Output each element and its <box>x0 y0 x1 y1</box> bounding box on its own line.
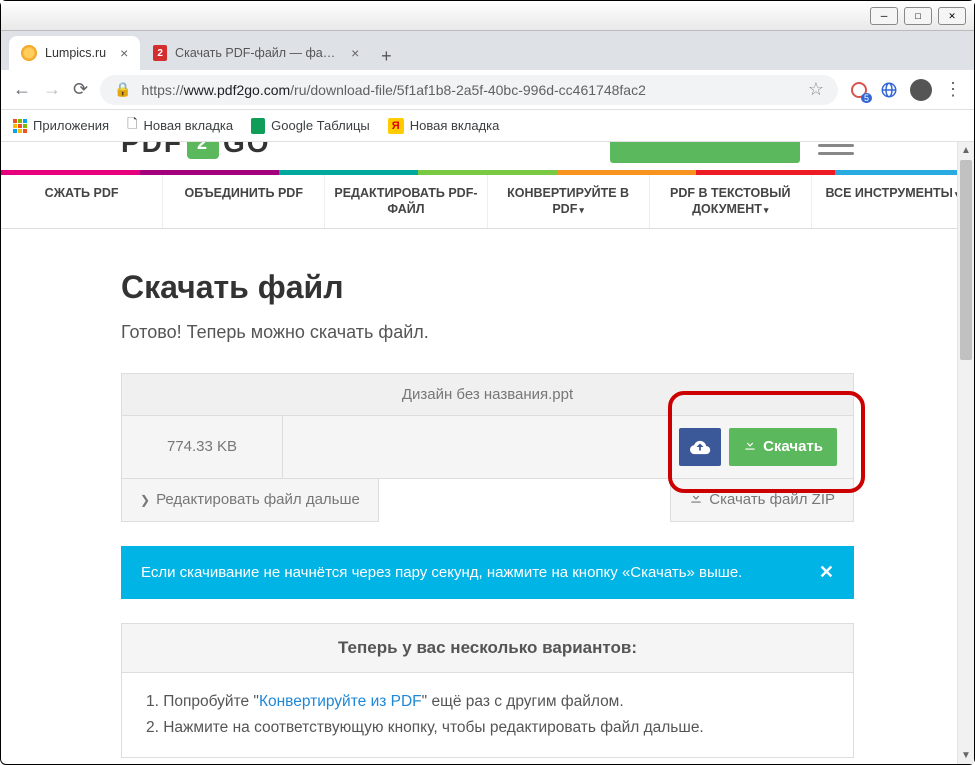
bookmark-newtab-1[interactable]: 🗋 Новая вкладка <box>127 115 233 137</box>
page-title: Скачать файл <box>121 269 854 306</box>
menu-icon[interactable]: ⋮ <box>944 79 962 100</box>
menu-pdf-to-text[interactable]: PDF В ТЕКСТОВЫЙ ДОКУМЕНТ▾ <box>650 175 812 228</box>
bookmark-google-sheets[interactable]: Google Таблицы <box>251 118 370 134</box>
menu-all-tools[interactable]: ВСЕ ИНСТРУМЕНТЫ▾ <box>812 175 974 228</box>
file-name-cell: Дизайн без названия.ppt <box>122 373 854 415</box>
header-action-button[interactable] <box>610 142 800 163</box>
scrollbar-thumb[interactable] <box>960 160 972 360</box>
apps-button[interactable]: Приложения <box>13 118 109 133</box>
page-content: ▲ ▼ PDF 2 GO СЖАТЬ PDF ОБЪЕДИНИТЬ PDF РЕ… <box>1 142 974 764</box>
tools-menubar: СЖАТЬ PDF ОБЪЕДИНИТЬ PDF РЕДАКТИРОВАТЬ P… <box>1 175 974 229</box>
window-close[interactable]: ✕ <box>938 7 966 25</box>
tab-lumpics[interactable]: Lumpics.ru × <box>9 36 140 70</box>
convert-from-pdf-link[interactable]: Конвертируйте из PDF <box>259 693 422 710</box>
option-1: 1. Попробуйте "Конвертируйте из PDF" ещё… <box>146 689 829 715</box>
page-lead: Готово! Теперь можно скачать файл. <box>121 322 854 343</box>
cloud-upload-button[interactable] <box>679 428 721 466</box>
brand-row: PDF 2 GO <box>1 142 974 170</box>
forward-button[interactable]: → <box>43 79 61 100</box>
chevron-down-icon: ▾ <box>579 205 584 215</box>
chevron-right-icon: ❯ <box>140 493 150 507</box>
secondary-button-row: ❯ Редактировать файл дальше Скачать файл… <box>121 479 854 522</box>
window-minimize[interactable]: — <box>870 7 898 25</box>
download-button[interactable]: Скачать <box>729 428 837 466</box>
edit-more-button[interactable]: ❯ Редактировать файл дальше <box>121 479 379 522</box>
download-actions-cell: Скачать <box>283 415 854 478</box>
reload-button[interactable]: ⟳ <box>73 79 88 100</box>
close-info-icon[interactable]: ✕ <box>819 562 834 583</box>
chevron-down-icon: ▾ <box>764 205 769 215</box>
address-bar[interactable]: 🔒 https://www.pdf2go.com/ru/download-fil… <box>100 75 838 105</box>
profile-avatar[interactable] <box>910 79 932 101</box>
cloud-icon <box>689 439 711 455</box>
menu-merge-pdf[interactable]: ОБЪЕДИНИТЬ PDF <box>163 175 325 228</box>
tab-strip: Lumpics.ru × 2 Скачать PDF-файл — файл г… <box>1 31 974 70</box>
tab-label: Lumpics.ru <box>45 46 106 60</box>
back-button[interactable]: ← <box>13 79 31 100</box>
menu-convert-to-pdf[interactable]: КОНВЕРТИРУЙТЕ В PDF▾ <box>488 175 650 228</box>
favicon-pdf2go: 2 <box>153 45 167 61</box>
logo-badge: 2 <box>187 142 219 159</box>
browser-toolbar: ← → ⟳ 🔒 https://www.pdf2go.com/ru/downlo… <box>1 70 974 110</box>
bookmark-newtab-2[interactable]: Я Новая вкладка <box>388 118 500 134</box>
hamburger-menu-icon[interactable] <box>818 142 854 161</box>
file-size-cell: 774.33 KB <box>122 415 283 478</box>
globe-extension-icon[interactable] <box>880 81 898 99</box>
options-body: 1. Попробуйте "Конвертируйте из PDF" ещё… <box>122 673 853 758</box>
apps-grid-icon <box>13 119 27 133</box>
options-title: Теперь у вас несколько вариантов: <box>122 624 853 673</box>
star-icon[interactable]: ☆ <box>808 79 824 100</box>
site-logo[interactable]: PDF 2 GO <box>121 142 271 159</box>
window-maximize[interactable]: ☐ <box>904 7 932 25</box>
info-bar: Если скачивание не начнётся через пару с… <box>121 546 854 599</box>
options-panel: Теперь у вас несколько вариантов: 1. Поп… <box>121 623 854 759</box>
info-text: Если скачивание не начнётся через пару с… <box>141 564 742 581</box>
new-tab-button[interactable]: + <box>372 42 400 70</box>
download-zip-button[interactable]: Скачать файл ZIP <box>670 479 854 522</box>
scroll-down-arrow[interactable]: ▼ <box>958 747 974 764</box>
opera-extension-icon[interactable]: 5 <box>850 81 868 99</box>
download-icon <box>689 491 703 509</box>
window-titlebar: — ☐ ✕ <box>1 1 974 31</box>
option-2: 2. Нажмите на соответствующую кнопку, чт… <box>146 715 829 741</box>
tab-pdf2go[interactable]: 2 Скачать PDF-файл — файл гото × <box>141 36 371 70</box>
download-table: Дизайн без названия.ppt 774.33 KB Скачат… <box>121 373 854 479</box>
bookmarks-bar: Приложения 🗋 Новая вкладка Google Таблиц… <box>1 110 974 142</box>
yandex-icon: Я <box>388 118 404 134</box>
lock-icon: 🔒 <box>114 81 131 98</box>
menu-compress-pdf[interactable]: СЖАТЬ PDF <box>1 175 163 228</box>
sheets-icon <box>251 118 265 134</box>
vertical-scrollbar[interactable]: ▲ ▼ <box>957 142 974 764</box>
tab-close-icon[interactable]: × <box>351 45 359 61</box>
page-icon: 🗋 <box>127 115 137 137</box>
scroll-up-arrow[interactable]: ▲ <box>958 142 974 159</box>
menu-edit-pdf[interactable]: РЕДАКТИРОВАТЬ PDF-ФАЙЛ <box>325 175 487 228</box>
download-icon <box>743 438 757 456</box>
url-text: https://www.pdf2go.com/ru/download-file/… <box>142 82 798 98</box>
favicon-lumpics <box>21 45 37 61</box>
tab-label: Скачать PDF-файл — файл гото <box>175 46 337 60</box>
tab-close-icon[interactable]: × <box>120 45 128 61</box>
